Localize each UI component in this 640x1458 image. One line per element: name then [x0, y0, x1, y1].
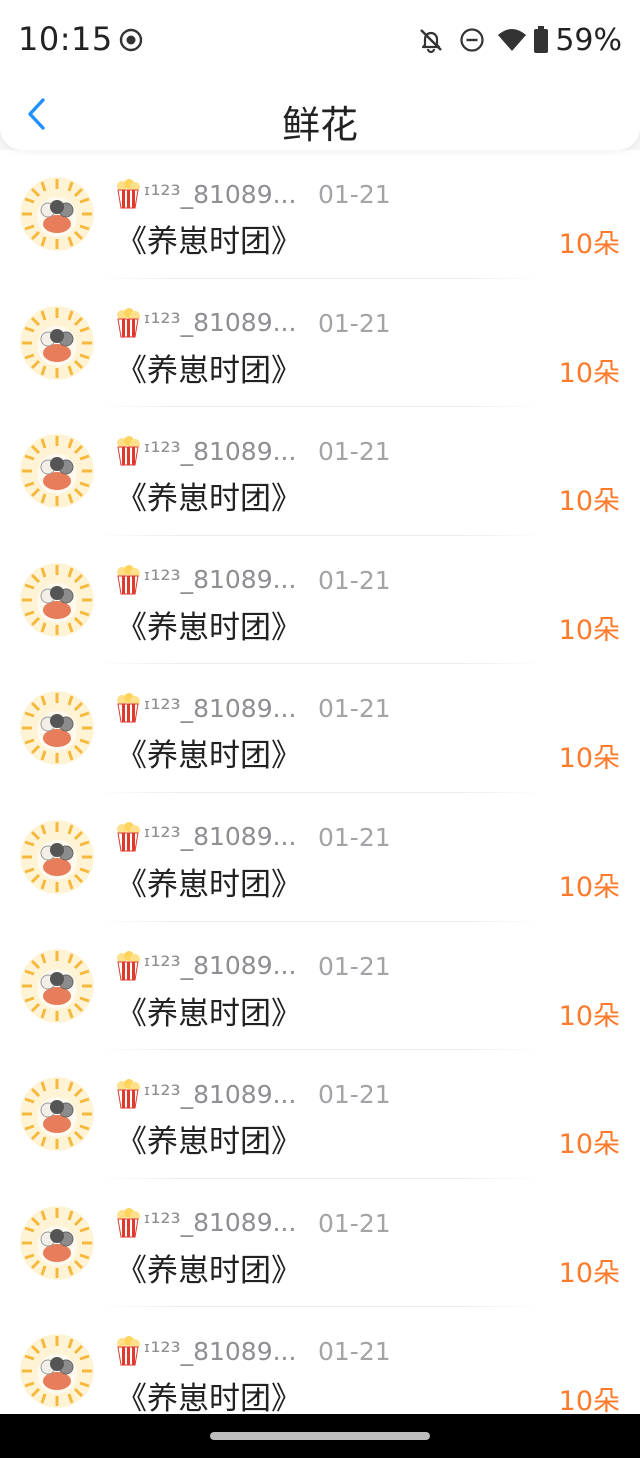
sender-line: ᶦ¹²³_81089...: [114, 435, 296, 467]
book-title: 《养崽时团》: [116, 866, 302, 903]
gift-date: 01-21: [318, 308, 391, 338]
status-bar: 10:15 59%: [0, 0, 640, 80]
popcorn-icon: [117, 821, 140, 852]
gift-list-item[interactable]: ᶦ¹²³_81089... 01-21 《养崽时团》 10朵: [0, 793, 640, 922]
sender-line: ᶦ¹²³_81089...: [114, 821, 296, 853]
gift-list-item[interactable]: ᶦ¹²³_81089... 01-21 《养崽时团》 10朵: [0, 279, 640, 408]
popcorn-icon: [117, 1207, 140, 1238]
flower-count: 10朵: [558, 614, 620, 646]
avatar[interactable]: [20, 562, 94, 637]
flower-count: 10朵: [558, 1129, 620, 1161]
avatar[interactable]: [20, 1077, 94, 1152]
sender-name: ᶦ¹²³_81089...: [144, 822, 297, 852]
popcorn-icon: [117, 950, 140, 981]
gift-date: 01-21: [318, 1337, 391, 1367]
gift-date: 01-21: [318, 180, 391, 209]
book-title: 《养崽时团》: [116, 609, 302, 646]
sender-line: ᶦ¹²³_81089...: [114, 692, 296, 724]
book-title: 《养崽时团》: [116, 1252, 302, 1289]
app-bar: 鲜花: [0, 80, 640, 150]
screen-record-icon: [119, 28, 143, 52]
gift-list-item[interactable]: ᶦ¹²³_81089... 01-21 《养崽时团》 10朵: [0, 1179, 640, 1308]
popcorn-icon: [117, 1336, 140, 1366]
avatar[interactable]: [20, 305, 94, 380]
gift-list-item[interactable]: ᶦ¹²³_81089... 01-21 《养崽时团》 10朵: [0, 407, 640, 536]
sender-name: ᶦ¹²³_81089...: [144, 565, 297, 595]
avatar[interactable]: [20, 177, 94, 251]
sender-name: ᶦ¹²³_81089...: [144, 436, 297, 466]
wifi-icon: [498, 29, 527, 51]
book-title: 《养崽时团》: [116, 1381, 302, 1418]
gift-date: 01-21: [318, 822, 391, 852]
sender-name: ᶦ¹²³_81089...: [144, 951, 297, 981]
flower-count: 10朵: [558, 871, 620, 903]
sender-line: ᶦ¹²³_81089...: [114, 307, 296, 339]
book-title: 《养崽时团》: [116, 995, 302, 1032]
gift-date: 01-21: [318, 565, 391, 595]
gift-list-item[interactable]: ᶦ¹²³_81089... 01-21 《养崽时团》 10朵: [0, 536, 640, 665]
sender-line: ᶦ¹²³_81089...: [114, 178, 296, 210]
gift-date: 01-21: [318, 694, 391, 724]
avatar[interactable]: [20, 691, 94, 766]
avatar[interactable]: [20, 948, 94, 1023]
popcorn-icon: [117, 436, 140, 466]
page-title: 鲜花: [281, 103, 358, 147]
flower-count: 10朵: [558, 1257, 620, 1289]
gift-date: 01-21: [318, 1208, 391, 1238]
popcorn-icon: [117, 179, 140, 209]
status-icons: 59%: [417, 22, 622, 58]
avatar[interactable]: [20, 434, 94, 509]
top-bar: 10:15 59% 鲜花: [0, 0, 640, 150]
gift-date: 01-21: [318, 1080, 391, 1110]
flower-count: 10朵: [558, 1000, 620, 1032]
gift-list-item[interactable]: ᶦ¹²³_81089... 01-21 《养崽时团》 10朵: [0, 150, 640, 279]
flower-count: 10朵: [558, 1386, 620, 1418]
avatar[interactable]: [20, 1205, 94, 1280]
battery-icon: [534, 26, 549, 53]
flower-count: 10朵: [558, 743, 620, 775]
flower-count: 10朵: [558, 486, 620, 518]
book-title: 《养崽时团》: [116, 224, 302, 260]
book-title: 《养崽时团》: [116, 1124, 302, 1161]
popcorn-icon: [117, 564, 140, 595]
bell-off-icon: [420, 29, 443, 54]
popcorn-icon: [117, 307, 140, 338]
battery-percent: 59%: [555, 22, 622, 58]
sender-name: ᶦ¹²³_81089...: [144, 1336, 297, 1366]
status-time: 10:15: [18, 20, 113, 58]
avatar[interactable]: [20, 1334, 94, 1409]
gift-date: 01-21: [318, 437, 391, 467]
sender-name: ᶦ¹²³_81089...: [144, 1208, 297, 1238]
do-not-disturb-icon: [460, 28, 484, 52]
sender-line: ᶦ¹²³_81089...: [114, 564, 296, 596]
gift-list-item[interactable]: ᶦ¹²³_81089... 01-21 《养崽时团》 10朵: [0, 922, 640, 1051]
sender-name: ᶦ¹²³_81089...: [144, 693, 297, 723]
sender-line: ᶦ¹²³_81089...: [114, 1207, 296, 1239]
sender-name: ᶦ¹²³_81089...: [144, 179, 297, 209]
sender-name: ᶦ¹²³_81089...: [144, 308, 297, 338]
popcorn-icon: [117, 693, 140, 723]
sender-line: ᶦ¹²³_81089...: [114, 1335, 296, 1367]
book-title: 《养崽时团》: [116, 738, 302, 775]
book-title: 《养崽时团》: [116, 352, 302, 389]
sender-name: ᶦ¹²³_81089...: [144, 1079, 297, 1109]
sender-line: ᶦ¹²³_81089...: [114, 1078, 296, 1110]
system-nav-bar: [0, 1414, 640, 1458]
flower-count: 10朵: [558, 357, 620, 389]
gift-list-item[interactable]: ᶦ¹²³_81089... 01-21 《养崽时团》 10朵: [0, 1050, 640, 1179]
book-title: 《养崽时团》: [116, 481, 302, 518]
sender-line: ᶦ¹²³_81089...: [114, 950, 296, 982]
flower-count: 10朵: [558, 229, 620, 260]
gift-list: ᶦ¹²³_81089... 01-21 《养崽时团》 10朵 ᶦ¹²³_8108…: [0, 150, 640, 1436]
flower-gift-page: 10:15 59% 鲜花 ᶦ¹²³_81089... 01-21 《养崽时团》 …: [0, 0, 640, 1458]
popcorn-icon: [117, 1079, 140, 1109]
gift-date: 01-21: [318, 951, 391, 981]
home-indicator[interactable]: [210, 1432, 430, 1440]
gift-list-item[interactable]: ᶦ¹²³_81089... 01-21 《养崽时团》 10朵: [0, 664, 640, 793]
avatar[interactable]: [20, 819, 94, 894]
